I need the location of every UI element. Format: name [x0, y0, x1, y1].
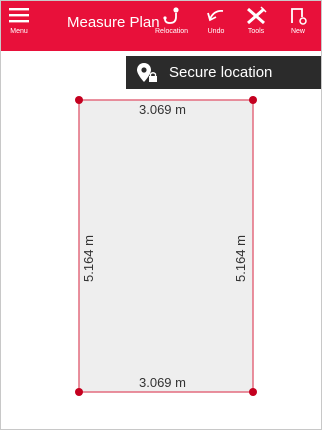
- corner-point[interactable]: [249, 96, 257, 104]
- corner-point[interactable]: [249, 388, 257, 396]
- corner-point[interactable]: [75, 96, 83, 104]
- left-wall-length[interactable]: 5.164 m: [81, 235, 96, 282]
- room-plan-canvas[interactable]: [1, 1, 321, 429]
- room-area: [79, 100, 253, 392]
- app-frame: Menu Measure Plan Relocation Undo Tools …: [0, 0, 322, 430]
- corner-point[interactable]: [75, 388, 83, 396]
- bottom-wall-length[interactable]: 3.069 m: [139, 375, 186, 390]
- top-wall-length[interactable]: 3.069 m: [139, 102, 186, 117]
- right-wall-length[interactable]: 5.164 m: [233, 235, 248, 282]
